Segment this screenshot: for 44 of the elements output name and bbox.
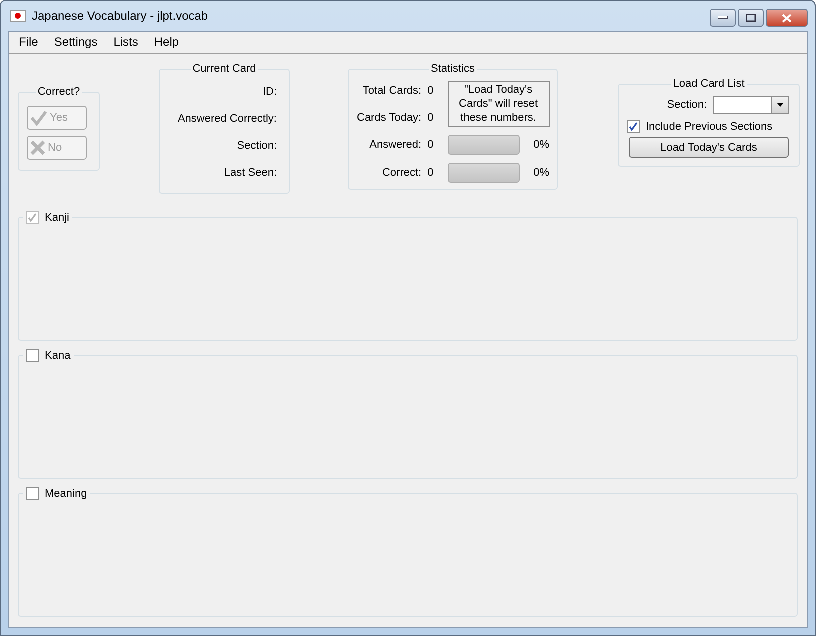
checkbox[interactable]: [26, 349, 39, 362]
menu-item[interactable]: Help: [146, 34, 188, 50]
close-icon: [782, 14, 792, 22]
maximize-button[interactable]: [738, 9, 764, 27]
stat-label: Cards Today:: [357, 112, 422, 124]
menu-item[interactable]: Lists: [106, 34, 146, 50]
minimize-button[interactable]: [710, 9, 736, 27]
panel-label: Kana: [45, 350, 71, 362]
dropdown-arrow-icon: [776, 103, 784, 107]
stat-value: 0: [428, 112, 435, 124]
group-title: Current Card: [192, 63, 258, 75]
panel-label: Meaning: [45, 488, 88, 500]
field-label: Section:: [237, 140, 277, 152]
group-title: Correct?: [36, 86, 82, 98]
menu-item[interactable]: Settings: [46, 34, 106, 50]
section-label: Section:: [667, 99, 707, 111]
field-label: Last Seen:: [224, 167, 277, 179]
group-title: Statistics: [430, 63, 476, 75]
panel-label: Kanji: [45, 212, 70, 224]
stat-value: 0: [428, 84, 435, 96]
checkbox[interactable]: [627, 120, 640, 133]
stat-label: Total Cards:: [362, 84, 422, 96]
stat-label: Correct:: [381, 167, 422, 179]
menu-item[interactable]: File: [11, 34, 46, 50]
stat-value: 0: [428, 167, 435, 179]
load-todays-cards-button[interactable]: Load Today's Cards: [629, 137, 789, 158]
flag-icon: [10, 10, 26, 22]
minimize-icon: [718, 16, 728, 20]
reset-note: "Load Today's Cards" will reset these numbers.: [448, 81, 550, 127]
stat-value: 0: [428, 139, 435, 151]
check-icon: [30, 110, 48, 126]
group-title: Load Card List: [672, 78, 746, 90]
checkbox-label: Include Previous Sections: [646, 120, 773, 132]
checkbox[interactable]: [26, 487, 39, 500]
stat-label: Answered:: [368, 139, 422, 151]
window-title: Japanese Vocabulary - jlpt.vocab: [32, 9, 208, 23]
cross-icon: [30, 140, 46, 156]
field-label: Answered Correctly:: [178, 113, 277, 125]
close-button[interactable]: [766, 9, 808, 27]
progress-reading: 0%: [534, 139, 550, 151]
progress-reading: 0%: [534, 167, 550, 179]
section-dropdown[interactable]: [713, 96, 789, 114]
field-label: ID:: [262, 86, 277, 98]
maximize-icon: [746, 14, 756, 22]
